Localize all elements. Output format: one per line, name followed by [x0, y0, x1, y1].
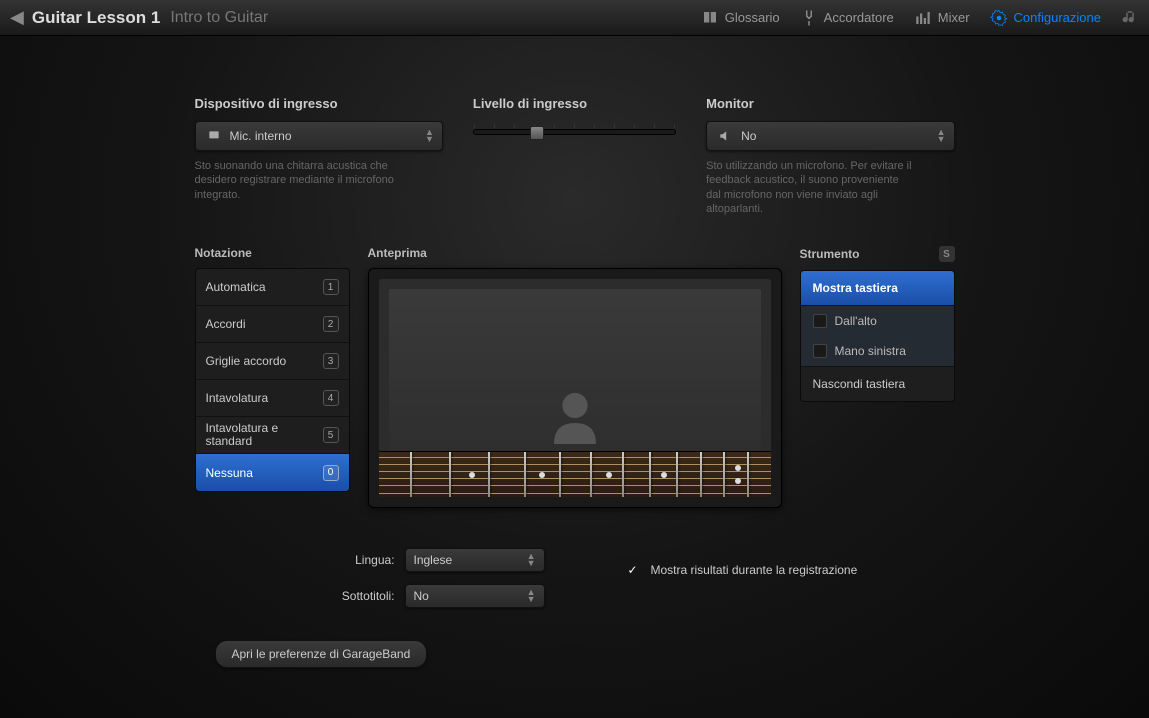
show-fretboard-item[interactable]: Mostra tastiera: [801, 271, 954, 306]
instrument-label: Strumento S: [800, 246, 955, 262]
lesson-subtitle: Intro to Guitar: [170, 9, 268, 27]
from-top-checkbox[interactable]: Dall'alto: [801, 306, 954, 336]
preview-box: [368, 268, 782, 508]
lesson-title: Guitar Lesson 1: [32, 8, 160, 28]
mixer-icon: [914, 9, 932, 27]
chevron-updown-icon: ▲▼: [527, 589, 536, 603]
input-level-slider[interactable]: [473, 129, 676, 135]
open-preferences-button[interactable]: Apri le preferenze di GarageBand: [215, 640, 428, 668]
checkbox-icon: [813, 314, 827, 328]
avatar-icon: [540, 381, 610, 451]
left-hand-checkbox[interactable]: Mano sinistra: [801, 336, 954, 367]
slider-thumb[interactable]: [530, 126, 544, 140]
preview-label: Anteprima: [368, 246, 782, 260]
monitor-hint: Sto utilizzando un microfono. Per evitar…: [706, 159, 916, 216]
notation-label: Notazione: [195, 246, 350, 260]
tuning-fork-icon: [800, 9, 818, 27]
instrument-list: Mostra tastiera Dall'alto Mano sinistra …: [800, 270, 955, 402]
language-label: Lingua:: [215, 553, 395, 567]
checkbox-icon: [813, 344, 827, 358]
book-icon: [701, 9, 719, 27]
music-note-icon[interactable]: [1121, 9, 1139, 27]
mixer-button[interactable]: Mixer: [914, 9, 970, 27]
chevron-updown-icon: ▲▼: [527, 553, 536, 567]
back-arrow-icon[interactable]: ◀: [10, 7, 24, 28]
speaker-icon: [715, 129, 735, 143]
video-preview: [389, 289, 761, 451]
glossary-button[interactable]: Glossario: [701, 9, 780, 27]
notation-item-chords[interactable]: Accordi 2: [196, 306, 349, 343]
notation-list: Automatica 1 Accordi 2 Griglie accordo 3…: [195, 268, 350, 492]
tuner-button[interactable]: Accordatore: [800, 9, 894, 27]
subtitles-select[interactable]: No ▲▼: [405, 584, 545, 608]
gear-icon: [990, 9, 1008, 27]
monitor-select[interactable]: No ▲▼: [706, 121, 954, 151]
configuration-button[interactable]: Configurazione: [990, 9, 1101, 27]
fretboard-preview: [379, 451, 771, 497]
checkmark-icon: ✓: [625, 562, 641, 578]
notation-item-automatic[interactable]: Automatica 1: [196, 269, 349, 306]
input-device-hint: Sto suonando una chitarra acustica che d…: [195, 159, 405, 202]
chevron-updown-icon: ▲▼: [425, 129, 434, 143]
shortcut-badge: S: [939, 246, 955, 262]
notation-item-chord-grids[interactable]: Griglie accordo 3: [196, 343, 349, 380]
input-device-select[interactable]: Mic. interno ▲▼: [195, 121, 443, 151]
top-bar: ◀ Guitar Lesson 1 Intro to Guitar Glossa…: [0, 0, 1149, 36]
mic-icon: [204, 129, 224, 143]
monitor-label: Monitor: [706, 96, 954, 111]
notation-item-none[interactable]: Nessuna 0: [196, 454, 349, 491]
notation-item-tab-standard[interactable]: Intavolatura e standard 5: [196, 417, 349, 454]
settings-panel: Dispositivo di ingresso Mic. interno ▲▼ …: [195, 96, 955, 668]
notation-item-tab[interactable]: Intavolatura 4: [196, 380, 349, 417]
input-level-label: Livello di ingresso: [473, 96, 676, 111]
input-device-label: Dispositivo di ingresso: [195, 96, 443, 111]
hide-fretboard-item[interactable]: Nascondi tastiera: [801, 367, 954, 401]
show-results-checkbox[interactable]: ✓ Mostra risultati durante la registrazi…: [625, 562, 858, 578]
subtitles-label: Sottotitoli:: [215, 589, 395, 603]
language-select[interactable]: Inglese ▲▼: [405, 548, 545, 572]
chevron-updown-icon: ▲▼: [937, 129, 946, 143]
